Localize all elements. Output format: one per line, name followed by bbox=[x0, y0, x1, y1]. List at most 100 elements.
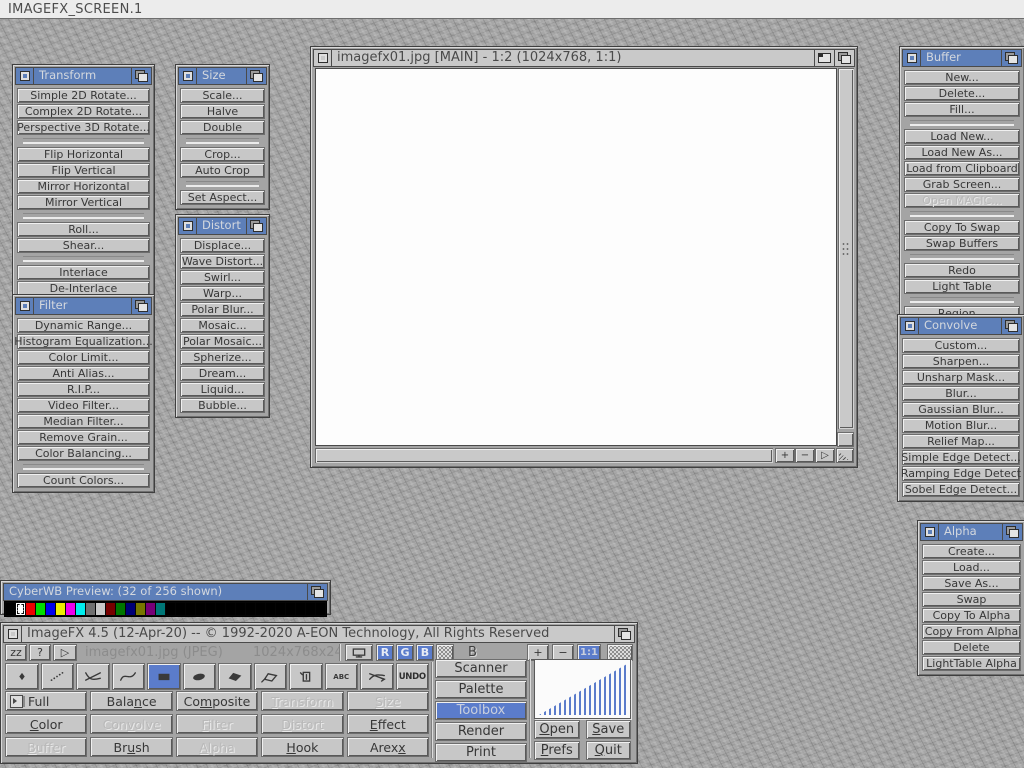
help-button[interactable]: ? bbox=[29, 644, 51, 661]
quit-button[interactable]: Quit bbox=[586, 741, 632, 760]
brush-palette-tool-button[interactable] bbox=[289, 663, 323, 690]
double-button[interactable]: Double bbox=[180, 120, 265, 135]
scale-button[interactable]: Scale... bbox=[180, 88, 265, 103]
image-canvas[interactable] bbox=[315, 68, 837, 446]
composite-button[interactable]: Composite bbox=[176, 691, 258, 711]
close-icon[interactable] bbox=[921, 524, 939, 540]
halve-button[interactable]: Halve bbox=[180, 104, 265, 119]
color-balancing-button[interactable]: Color Balancing... bbox=[17, 446, 150, 461]
window-titlebar[interactable]: Filter bbox=[15, 297, 152, 315]
window-titlebar[interactable]: Buffer bbox=[902, 49, 1022, 67]
color-swatch-30[interactable] bbox=[306, 603, 315, 615]
close-icon[interactable] bbox=[179, 218, 197, 234]
effect-button[interactable]: Effect bbox=[347, 714, 429, 734]
sobel-edge-detect-button[interactable]: Sobel Edge Detect... bbox=[902, 482, 1020, 497]
count-colors-button[interactable]: Count Colors... bbox=[17, 473, 150, 488]
color-swatch-14[interactable] bbox=[146, 603, 155, 615]
close-icon[interactable] bbox=[4, 626, 22, 642]
color-swatch-27[interactable] bbox=[276, 603, 285, 615]
print-button[interactable]: Print bbox=[435, 743, 527, 762]
freehand-tool-button[interactable] bbox=[254, 663, 288, 690]
color-swatch-23[interactable] bbox=[236, 603, 245, 615]
perspective-3d-rotate-button[interactable]: Perspective 3D Rotate... bbox=[17, 120, 150, 135]
depth-icon[interactable] bbox=[246, 218, 266, 234]
palette-button[interactable]: Palette bbox=[435, 680, 527, 699]
custom-button[interactable]: Custom... bbox=[902, 338, 1020, 353]
swap-buffers-button[interactable]: Swap Buffers bbox=[904, 236, 1020, 251]
color-swatch-26[interactable] bbox=[266, 603, 275, 615]
delete-button[interactable]: Delete... bbox=[904, 86, 1020, 101]
color-swatch-4[interactable] bbox=[46, 603, 55, 615]
wave-distort-button[interactable]: Wave Distort... bbox=[180, 254, 265, 269]
close-icon[interactable] bbox=[179, 68, 197, 84]
color-swatch-2[interactable] bbox=[26, 603, 35, 615]
red-channel-toggle[interactable]: R bbox=[376, 644, 394, 661]
window-titlebar[interactable]: imagefx01.jpg [MAIN] - 1:2 (1024x768, 1:… bbox=[313, 49, 855, 67]
vertical-scroll-thumb[interactable] bbox=[839, 69, 853, 428]
color-button[interactable]: Color bbox=[5, 714, 87, 734]
color-swatch-16[interactable] bbox=[166, 603, 175, 615]
color-swatch-15[interactable] bbox=[156, 603, 165, 615]
median-filter-button[interactable]: Median Filter... bbox=[17, 414, 150, 429]
video-filter-button[interactable]: Video Filter... bbox=[17, 398, 150, 413]
mirror-vertical-button[interactable]: Mirror Vertical bbox=[17, 195, 150, 210]
prefs-button[interactable]: Prefs bbox=[534, 741, 580, 760]
point-tool-button[interactable] bbox=[5, 663, 39, 690]
delete-button[interactable]: Delete bbox=[922, 640, 1021, 655]
vertical-scrollbar[interactable] bbox=[838, 68, 854, 429]
dream-button[interactable]: Dream... bbox=[180, 366, 265, 381]
set-aspect-button[interactable]: Set Aspect... bbox=[180, 190, 265, 205]
flip-horizontal-button[interactable]: Flip Horizontal bbox=[17, 147, 150, 162]
polar-blur-button[interactable]: Polar Blur... bbox=[180, 302, 265, 317]
close-icon[interactable] bbox=[16, 298, 34, 314]
color-swatch-31[interactable] bbox=[316, 603, 325, 615]
depth-icon[interactable] bbox=[834, 50, 854, 66]
window-titlebar[interactable]: Convolve bbox=[900, 317, 1022, 335]
window-titlebar[interactable]: Distort bbox=[178, 217, 267, 235]
horizontal-scroll-thumb[interactable] bbox=[316, 449, 772, 462]
undo-button[interactable]: UNDO bbox=[396, 663, 430, 690]
complex-2d-rotate-button[interactable]: Complex 2D Rotate... bbox=[17, 104, 150, 119]
simple-2d-rotate-button[interactable]: Simple 2D Rotate... bbox=[17, 88, 150, 103]
open-button[interactable]: Open bbox=[534, 720, 580, 739]
color-swatch-9[interactable] bbox=[96, 603, 105, 615]
depth-icon[interactable] bbox=[307, 584, 327, 600]
crop-button[interactable]: Crop... bbox=[180, 147, 265, 162]
roll-button[interactable]: Roll... bbox=[17, 222, 150, 237]
color-swatch-7[interactable] bbox=[76, 603, 85, 615]
zoom-in-button[interactable]: + bbox=[775, 448, 795, 463]
zoom-out-button[interactable]: − bbox=[795, 448, 815, 463]
blur-button[interactable]: Blur... bbox=[902, 386, 1020, 401]
full-button[interactable]: Full bbox=[5, 691, 87, 711]
line-tool-button[interactable] bbox=[76, 663, 110, 690]
close-icon[interactable] bbox=[901, 318, 919, 334]
bubble-button[interactable]: Bubble... bbox=[180, 398, 265, 413]
depth-icon[interactable] bbox=[1002, 524, 1022, 540]
relief-map-button[interactable]: Relief Map... bbox=[902, 434, 1020, 449]
load-button[interactable]: Load... bbox=[922, 560, 1021, 575]
mosaic-button[interactable]: Mosaic... bbox=[180, 318, 265, 333]
polygon-tool-button[interactable] bbox=[218, 663, 252, 690]
dynamic-range-button[interactable]: Dynamic Range... bbox=[17, 318, 150, 333]
color-swatch-28[interactable] bbox=[286, 603, 295, 615]
depth-icon[interactable] bbox=[246, 68, 266, 84]
box-tool-button[interactable] bbox=[147, 663, 181, 690]
depth-icon[interactable] bbox=[131, 68, 151, 84]
depth-icon[interactable] bbox=[1001, 50, 1021, 66]
redo-button[interactable]: Redo bbox=[904, 263, 1020, 278]
color-swatch-1[interactable] bbox=[16, 603, 25, 615]
blue-channel-toggle[interactable]: B bbox=[416, 644, 434, 661]
copy-from-alpha-button[interactable]: Copy From Alpha bbox=[922, 624, 1021, 639]
interlace-button[interactable]: Interlace bbox=[17, 265, 150, 280]
horizontal-scrollbar[interactable] bbox=[315, 448, 773, 463]
save-as-button[interactable]: Save As... bbox=[922, 576, 1021, 591]
spherize-button[interactable]: Spherize... bbox=[180, 350, 265, 365]
copy-to-swap-button[interactable]: Copy To Swap bbox=[904, 220, 1020, 235]
color-swatch-19[interactable] bbox=[196, 603, 205, 615]
color-swatch-18[interactable] bbox=[186, 603, 195, 615]
screen-mode-button[interactable] bbox=[345, 644, 373, 661]
motion-blur-button[interactable]: Motion Blur... bbox=[902, 418, 1020, 433]
toolbox-button[interactable]: Toolbox bbox=[435, 701, 527, 720]
balance-button[interactable]: Balance bbox=[90, 691, 172, 711]
color-swatch-24[interactable] bbox=[246, 603, 255, 615]
